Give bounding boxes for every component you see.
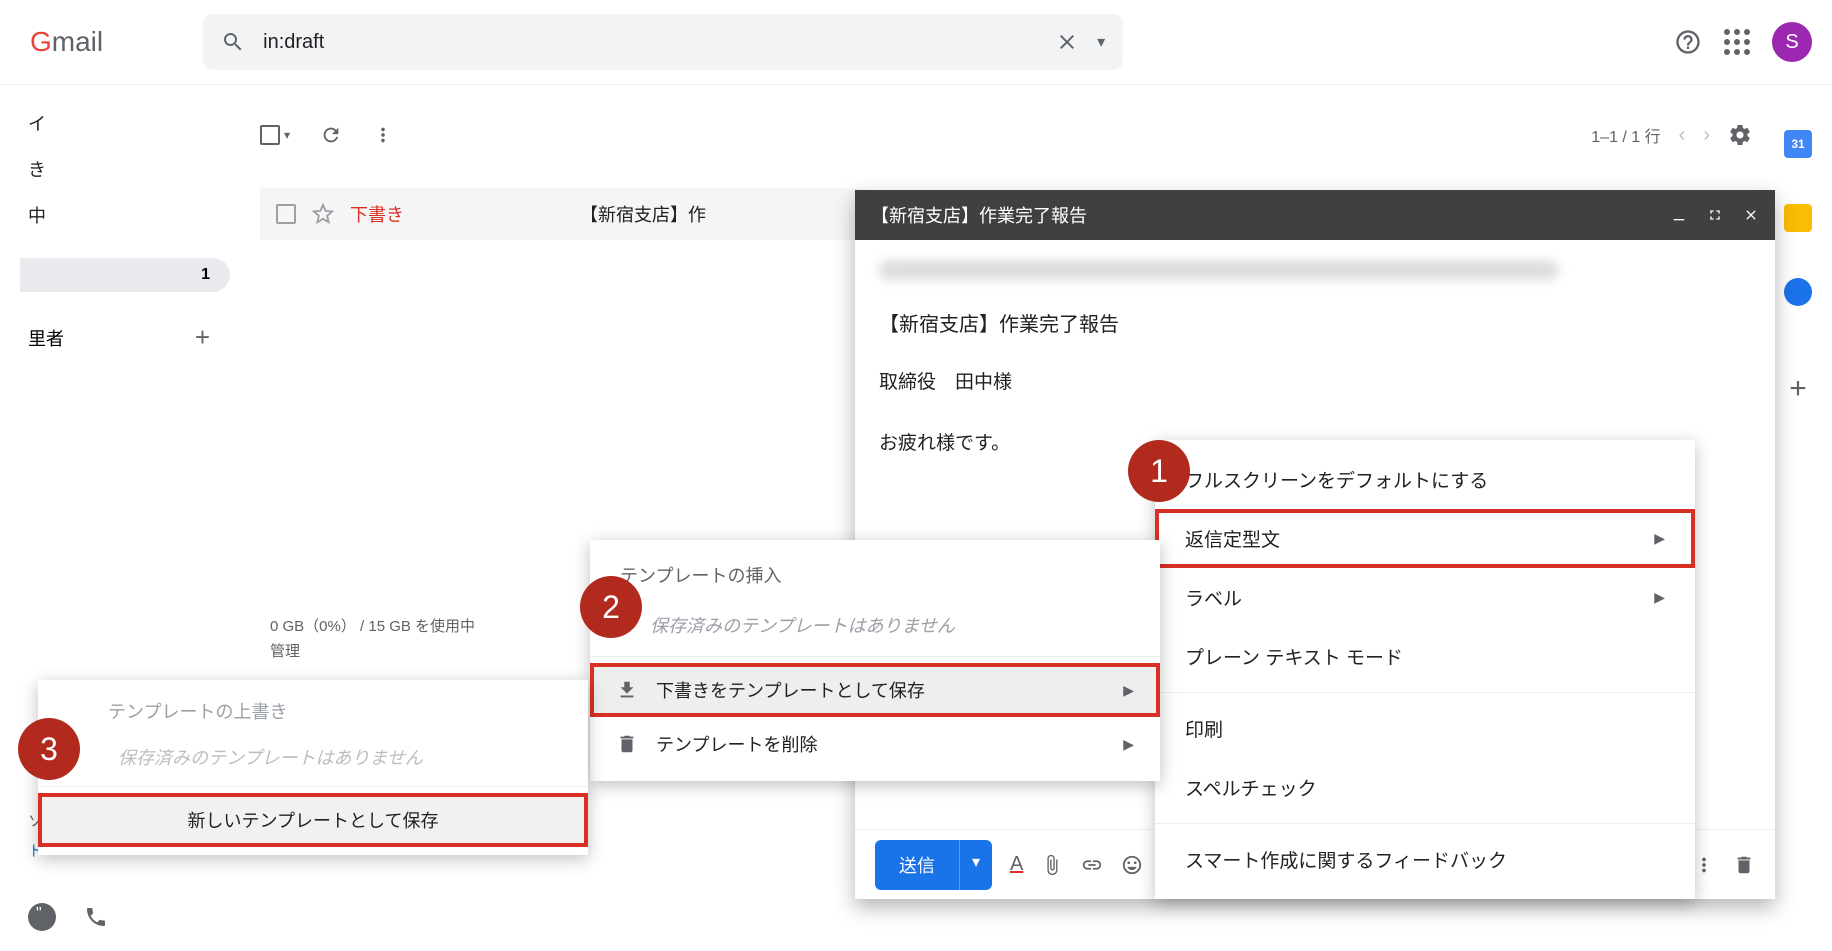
fullscreen-icon[interactable] <box>1707 207 1723 223</box>
sidebar-item[interactable]: イ <box>20 100 230 146</box>
format-icon[interactable]: A <box>1010 853 1023 876</box>
sidebar-active-item[interactable]: 1 <box>20 258 230 292</box>
search-dropdown-icon[interactable]: ▾ <box>1097 32 1105 52</box>
sidebar-manager-row[interactable]: 里者 + <box>20 312 230 363</box>
select-dropdown-icon[interactable]: ▾ <box>284 128 290 142</box>
save-template-submenu: テンプレートの上書き 保存済みのテンプレートはありません 新しいテンプレートとし… <box>38 680 588 855</box>
storage-line1: 0 GB（0%） / 15 GB を使用中 <box>270 615 475 636</box>
search-input[interactable] <box>263 31 1055 54</box>
sidebar-pill-count: 1 <box>201 266 210 284</box>
settings-icon[interactable] <box>1728 123 1752 147</box>
submenu-delete-template[interactable]: テンプレートを削除 ▶ <box>590 717 1160 771</box>
storage-manage-link[interactable]: 管理 <box>270 640 475 661</box>
sidebar: イ き 中 1 里者 + <box>0 100 230 363</box>
templates-submenu: テンプレートの挿入 保存済みのテンプレートはありません 下書きをテンプレートとし… <box>590 540 1160 781</box>
toolbar-right: 1–1 / 1 行 ‹ › <box>1591 123 1752 147</box>
star-icon[interactable] <box>312 203 334 225</box>
draft-label: 下書き <box>350 201 404 227</box>
more-icon[interactable] <box>372 124 394 146</box>
gmail-logo[interactable]: Gmail <box>30 26 103 58</box>
attach-icon[interactable] <box>1041 854 1063 876</box>
search-icon <box>221 30 245 54</box>
add-addon-icon[interactable]: + <box>1789 372 1807 406</box>
chevron-right-icon: ▶ <box>1123 682 1134 699</box>
minimize-icon[interactable] <box>1671 207 1687 223</box>
menu-fullscreen-default[interactable]: フルスクリーンをデフォルトにする <box>1155 450 1695 509</box>
menu-smart-feedback[interactable]: スマート作成に関するフィードバック <box>1155 830 1695 889</box>
annotation-badge-1: 1 <box>1128 440 1190 502</box>
compose-header[interactable]: 【新宿支店】作業完了報告 <box>855 190 1775 240</box>
submenu-save-template[interactable]: 下書きをテンプレートとして保存 ▶ <box>590 663 1160 717</box>
sidebar-manager-label: 里者 <box>28 325 64 351</box>
compose-title: 【新宿支店】作業完了報告 <box>871 202 1087 228</box>
link-icon[interactable] <box>1081 854 1103 876</box>
trash-icon <box>616 733 638 755</box>
submenu-save-new-template[interactable]: 新しいテンプレートとして保存 <box>38 793 588 847</box>
apps-icon[interactable] <box>1724 29 1750 55</box>
keep-icon[interactable] <box>1784 204 1812 232</box>
select-all-checkbox[interactable] <box>260 125 280 145</box>
header: Gmail ▾ S <box>0 0 1832 85</box>
bottom-left-icons <box>28 903 108 931</box>
send-dropdown[interactable]: ▾ <box>959 840 992 890</box>
help-icon[interactable] <box>1674 28 1702 56</box>
more-options-menu: フルスクリーンをデフォルトにする 返信定型文▶ ラベル▶ プレーン テキスト モ… <box>1155 440 1695 899</box>
search-bar[interactable]: ▾ <box>203 14 1123 70</box>
submenu3-empty: 保存済みのテンプレートはありません <box>38 734 588 780</box>
hangouts-icon[interactable] <box>28 903 56 931</box>
submenu-empty-text: 保存済みのテンプレートはありません <box>590 600 1160 650</box>
account-avatar[interactable]: S <box>1772 22 1812 62</box>
chevron-right-icon: ▶ <box>1123 736 1134 753</box>
tasks-icon[interactable] <box>1784 278 1812 306</box>
chevron-right-icon: ▶ <box>1654 589 1665 606</box>
next-page-icon[interactable]: › <box>1703 124 1710 147</box>
refresh-icon[interactable] <box>320 124 342 146</box>
submenu-header-insert: テンプレートの挿入 <box>590 550 1160 600</box>
annotation-badge-2: 2 <box>580 576 642 638</box>
plus-icon[interactable]: + <box>195 322 210 353</box>
right-sidebar: 31 + <box>1784 130 1812 406</box>
menu-label[interactable]: ラベル▶ <box>1155 568 1695 627</box>
pagination-text: 1–1 / 1 行 <box>1591 123 1660 147</box>
send-button[interactable]: 送信 <box>875 840 959 890</box>
clear-icon[interactable] <box>1055 30 1079 54</box>
mail-subject-preview: 【新宿支店】作 <box>580 201 706 227</box>
calendar-icon[interactable]: 31 <box>1784 130 1812 158</box>
toolbar: ▾ 1–1 / 1 行 ‹ › <box>260 110 1752 160</box>
storage-info: 0 GB（0%） / 15 GB を使用中 管理 <box>270 615 475 665</box>
recipients-blurred[interactable] <box>879 260 1559 280</box>
annotation-badge-3: 3 <box>18 718 80 780</box>
row-checkbox[interactable] <box>276 204 296 224</box>
chevron-right-icon: ▶ <box>1654 530 1665 547</box>
prev-page-icon[interactable]: ‹ <box>1679 124 1686 147</box>
menu-print[interactable]: 印刷 <box>1155 699 1695 758</box>
header-right: S <box>1674 22 1812 62</box>
compose-subject[interactable]: 【新宿支店】作業完了報告 <box>879 308 1751 337</box>
menu-plain-text[interactable]: プレーン テキスト モード <box>1155 627 1695 686</box>
phone-icon[interactable] <box>84 905 108 929</box>
submenu3-header: テンプレートの上書き <box>38 688 588 734</box>
download-icon <box>616 679 638 701</box>
send-button-group: 送信 ▾ <box>875 840 992 890</box>
sidebar-item[interactable]: 中 <box>20 192 230 238</box>
compose-body-line[interactable]: 取締役 田中様 <box>879 367 1751 394</box>
more-options-icon[interactable] <box>1693 854 1715 876</box>
menu-spellcheck[interactable]: スペルチェック <box>1155 758 1695 817</box>
menu-canned-responses[interactable]: 返信定型文▶ <box>1155 509 1695 568</box>
mail-row[interactable]: 下書き 【新宿支店】作 <box>260 188 860 240</box>
close-icon[interactable] <box>1743 207 1759 223</box>
sidebar-item[interactable]: き <box>20 146 230 192</box>
emoji-icon[interactable] <box>1121 854 1143 876</box>
trash-icon[interactable] <box>1733 854 1755 876</box>
